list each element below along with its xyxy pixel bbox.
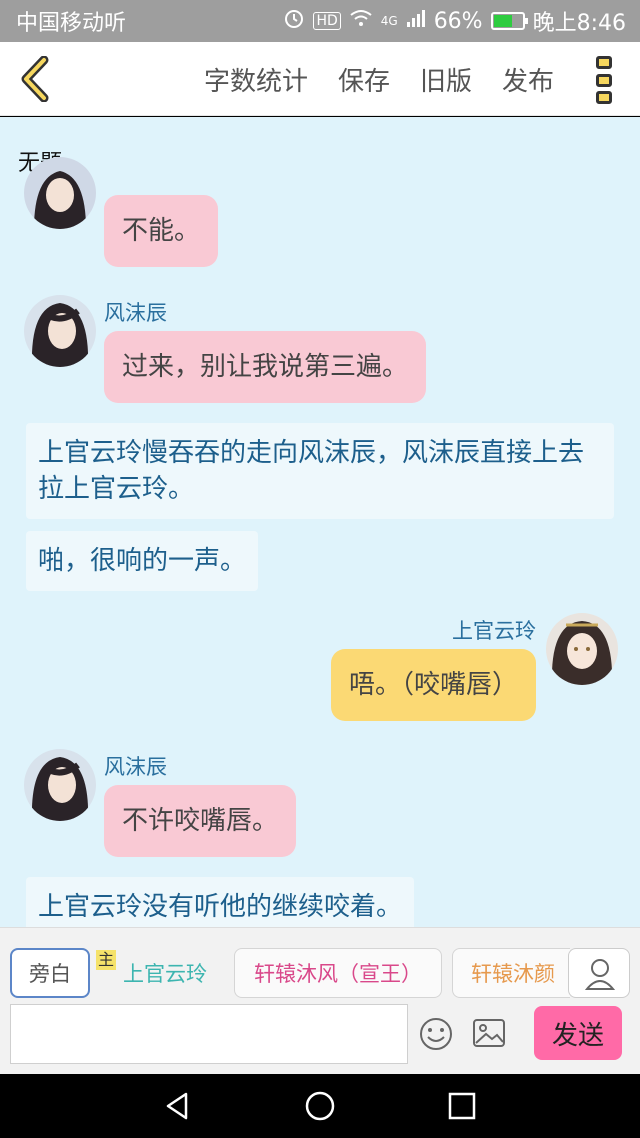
nav-home-icon[interactable] [304, 1090, 336, 1122]
main-role-tag: 主 [96, 950, 117, 970]
message-bubble[interactable]: 不能。 [104, 195, 219, 267]
signal-icon [406, 8, 426, 34]
avatar-male[interactable] [24, 157, 96, 229]
nav-back-icon[interactable] [162, 1090, 194, 1122]
emoji-icon[interactable] [418, 1016, 454, 1052]
battery-percent: 66% [433, 8, 483, 34]
narration-block[interactable]: 上官云玲慢吞吞的走向风沫辰，风沫辰直接上去拉上官云玲。 [26, 423, 614, 519]
back-button[interactable] [18, 55, 54, 103]
more-menu-icon[interactable] [596, 56, 614, 104]
narration-block[interactable]: 啪，很响的一声。 [26, 531, 259, 591]
publish-button[interactable]: 发布 [502, 61, 554, 98]
person-icon [584, 959, 616, 990]
sender-name: 风沫辰 [104, 301, 167, 325]
chat-content[interactable]: 无题 不能。 风沫辰 过来，别让我说第三遍。 上官云玲慢吞吞的走向风沫辰，风沫辰… [0, 117, 640, 927]
clock: 晚上8:46 [532, 11, 626, 36]
role-chip-shangguan-yunling[interactable]: 上官云玲 [100, 948, 230, 998]
alarm-icon [283, 7, 305, 35]
role-manage-button[interactable] [568, 948, 630, 998]
system-navbar [0, 1074, 640, 1138]
avatar-female[interactable] [546, 613, 618, 685]
role-chip-xuanyuan-muyan[interactable]: 轩辕沐颜 [452, 948, 570, 998]
image-icon[interactable] [472, 1018, 506, 1048]
battery-icon [490, 12, 528, 30]
avatar-male[interactable] [24, 295, 96, 367]
network-type-label: 4G [380, 14, 398, 28]
status-bar: 中国移动听 HD 4G 66% 晚上8:46 [0, 0, 640, 42]
save-button[interactable]: 保存 [338, 61, 390, 98]
message-bubble[interactable]: 不许咬嘴唇。 [104, 785, 297, 857]
message-input[interactable] [10, 1004, 408, 1064]
top-toolbar: 字数统计 保存 旧版 发布 [0, 42, 640, 116]
role-selector[interactable]: 旁白 上官云玲 轩辕沐风（宣王） 轩辕沐颜 [10, 948, 570, 1000]
wifi-icon [349, 8, 373, 34]
send-button[interactable]: 发送 [534, 1006, 622, 1060]
old-version-button[interactable]: 旧版 [420, 61, 472, 98]
message-bubble[interactable]: 过来，别让我说第三遍。 [104, 331, 427, 403]
sender-name: 风沫辰 [104, 755, 167, 779]
hd-icon: HD [313, 12, 341, 30]
nav-recents-icon[interactable] [446, 1090, 478, 1122]
word-count-button[interactable]: 字数统计 [204, 61, 308, 98]
role-chip-xuanyuan-mufeng[interactable]: 轩辕沐风（宣王） [234, 948, 442, 998]
sender-name: 上官云玲 [452, 619, 536, 643]
avatar-male[interactable] [24, 749, 96, 821]
carrier-label: 中国移动听 [16, 11, 127, 36]
chevron-left-icon [21, 55, 49, 103]
role-chip-narrator[interactable]: 旁白 [10, 948, 90, 998]
message-bubble[interactable]: 唔。（咬嘴唇） [330, 649, 536, 721]
narration-block[interactable]: 上官云玲没有听他的继续咬着。 [26, 877, 415, 927]
